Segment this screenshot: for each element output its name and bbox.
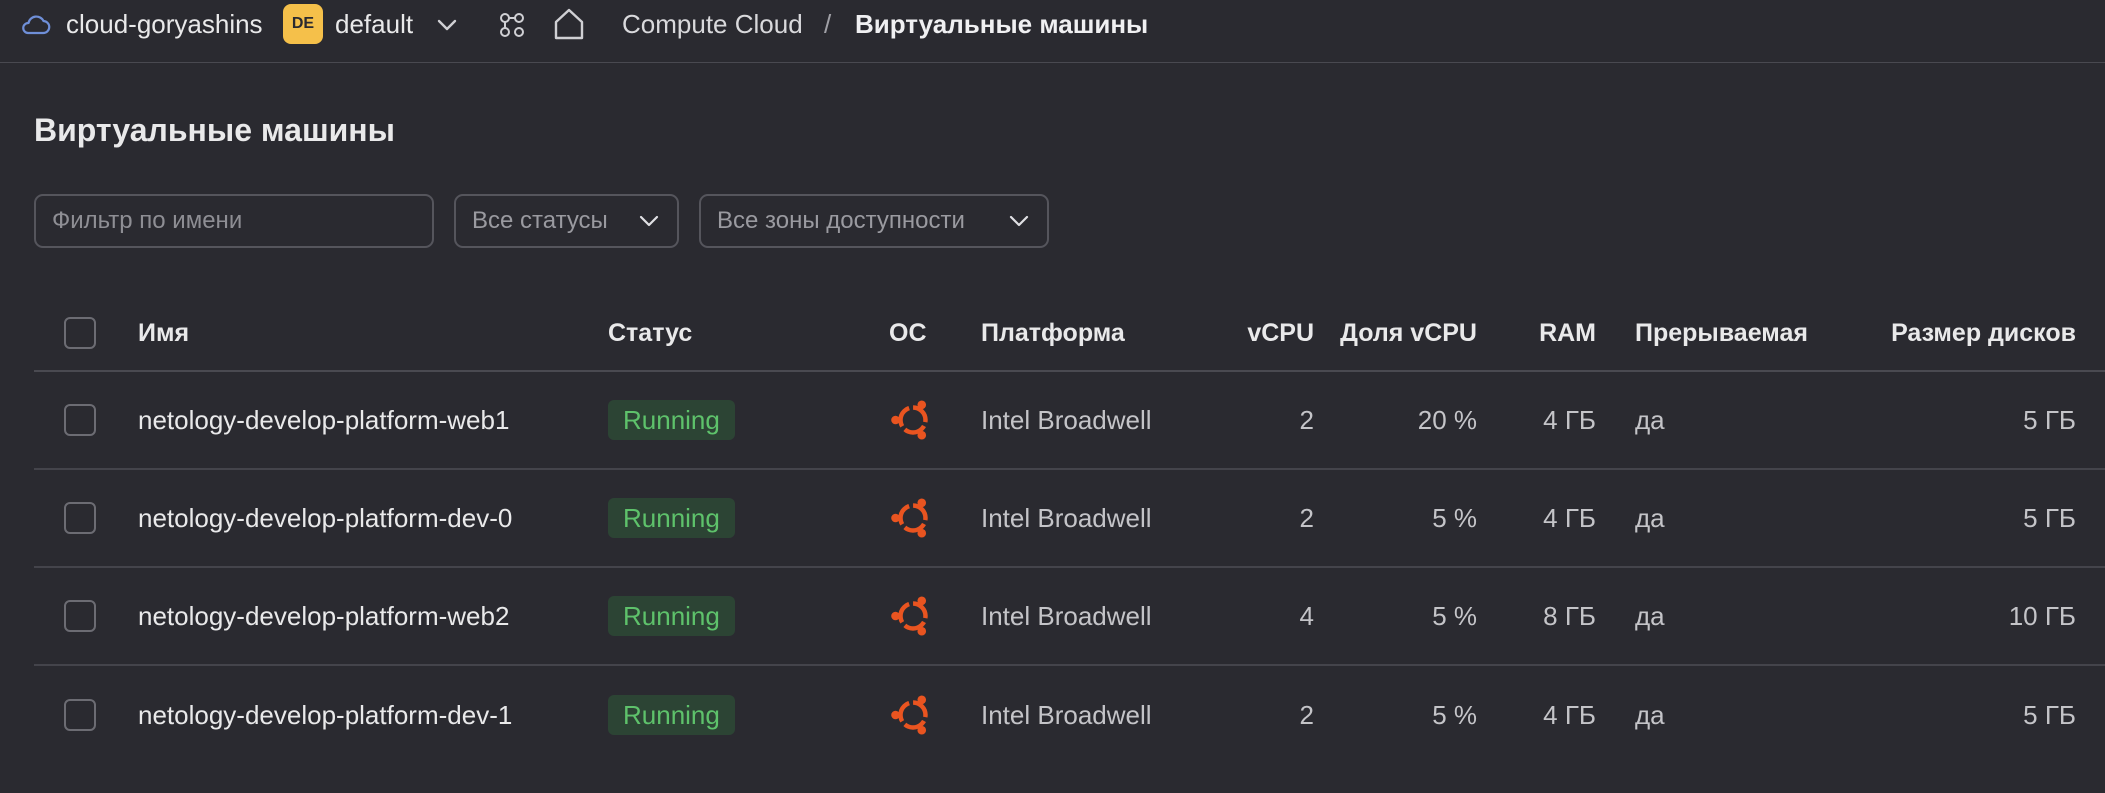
- vm-table: Имя Статус ОС Платформа vCPU Доля vCPU R…: [34, 296, 2105, 764]
- chevron-down-icon: [639, 215, 659, 227]
- row-checkbox-cell: [64, 666, 98, 764]
- name-filter-input[interactable]: [34, 194, 434, 248]
- breadcrumb-separator: /: [824, 9, 832, 39]
- row-checkbox[interactable]: [64, 699, 96, 731]
- row-checkbox[interactable]: [64, 404, 96, 436]
- folder-badge: DE: [283, 4, 323, 44]
- os-cell: [889, 568, 949, 664]
- breadcrumb-current: Виртуальные машины: [855, 9, 1149, 39]
- status-filter-select[interactable]: Все статусы: [454, 194, 679, 248]
- vcpu-share-cell: 5 %: [1432, 600, 1477, 631]
- status-badge: Running: [608, 498, 735, 538]
- vcpu-share-cell: 20 %: [1417, 404, 1477, 435]
- chevron-down-icon: [1009, 215, 1029, 227]
- app-root: cloud-goryashins DE default Compute Clou…: [0, 0, 2105, 793]
- vcpu-share-cell: 5 %: [1432, 699, 1477, 730]
- status-badge: Running: [608, 400, 735, 440]
- vcpu-cell: 2: [1299, 699, 1314, 730]
- vm-name[interactable]: netology-develop-platform-dev-0: [138, 470, 578, 566]
- table-row[interactable]: netology-develop-platform-web2 Running I…: [34, 568, 2105, 666]
- cloud-icon: [22, 15, 51, 35]
- page-title: Виртуальные машины: [34, 112, 395, 148]
- row-checkbox-cell: [64, 372, 98, 468]
- platform-cell: Intel Broadwell: [981, 502, 1152, 533]
- column-header-disk-size[interactable]: Размер дисков: [1854, 296, 2076, 370]
- preemptible-cell: да: [1635, 502, 1665, 533]
- breadcrumb-compute-cloud[interactable]: Compute Cloud: [622, 9, 803, 39]
- disk-size-cell: 5 ГБ: [2023, 404, 2076, 435]
- os-cell: [889, 372, 949, 468]
- disk-size-cell: 10 ГБ: [2008, 600, 2076, 631]
- vm-name[interactable]: netology-develop-platform-web2: [138, 568, 578, 664]
- status-cell: Running: [608, 666, 808, 764]
- vm-name[interactable]: netology-develop-platform-dev-1: [138, 666, 578, 764]
- home-icon[interactable]: [550, 5, 588, 43]
- ram-cell: 4 ГБ: [1543, 404, 1596, 435]
- preemptible-cell: да: [1635, 600, 1665, 631]
- vcpu-cell: 4: [1299, 600, 1314, 631]
- column-header-name[interactable]: Имя: [138, 296, 578, 370]
- top-bar: cloud-goryashins DE default Compute Clou…: [0, 0, 2105, 63]
- preemptible-cell: да: [1635, 699, 1665, 730]
- ram-cell: 4 ГБ: [1543, 502, 1596, 533]
- column-header-ram[interactable]: RAM: [1514, 296, 1596, 370]
- ubuntu-icon: [891, 596, 929, 636]
- status-badge: Running: [608, 695, 735, 735]
- table-header: Имя Статус ОС Платформа vCPU Доля vCPU R…: [34, 296, 2105, 372]
- column-header-status[interactable]: Статус: [608, 296, 808, 370]
- column-header-preemptible[interactable]: Прерываемая: [1635, 296, 1835, 370]
- disk-size-cell: 5 ГБ: [2023, 502, 2076, 533]
- select-all-checkbox[interactable]: [64, 317, 96, 349]
- vcpu-cell: 2: [1299, 502, 1314, 533]
- status-badge: Running: [608, 596, 735, 636]
- row-checkbox[interactable]: [64, 600, 96, 632]
- status-cell: Running: [608, 372, 808, 468]
- select-all-cell: [64, 296, 98, 370]
- table-row[interactable]: netology-develop-platform-dev-0 Running …: [34, 470, 2105, 568]
- ram-cell: 8 ГБ: [1543, 600, 1596, 631]
- column-header-vcpu-share[interactable]: Доля vCPU: [1334, 296, 1477, 370]
- vcpu-share-cell: 5 %: [1432, 502, 1477, 533]
- preemptible-cell: да: [1635, 404, 1665, 435]
- os-cell: [889, 470, 949, 566]
- cloud-name[interactable]: cloud-goryashins: [66, 9, 263, 39]
- vm-name[interactable]: netology-develop-platform-web1: [138, 372, 578, 468]
- vcpu-cell: 2: [1299, 404, 1314, 435]
- column-header-platform[interactable]: Платформа: [981, 296, 1201, 370]
- table-row[interactable]: netology-develop-platform-dev-1 Running …: [34, 666, 2105, 764]
- status-filter-label: Все статусы: [472, 207, 608, 234]
- column-header-os[interactable]: ОС: [889, 296, 949, 370]
- row-checkbox[interactable]: [64, 502, 96, 534]
- services-icon[interactable]: [494, 7, 530, 43]
- platform-cell: Intel Broadwell: [981, 699, 1152, 730]
- ubuntu-icon: [891, 400, 929, 440]
- table-row[interactable]: netology-develop-platform-web1 Running I…: [34, 372, 2105, 470]
- disk-size-cell: 5 ГБ: [2023, 699, 2076, 730]
- ubuntu-icon: [891, 695, 929, 735]
- ram-cell: 4 ГБ: [1543, 699, 1596, 730]
- platform-cell: Intel Broadwell: [981, 404, 1152, 435]
- zone-filter-label: Все зоны доступности: [717, 207, 965, 234]
- status-cell: Running: [608, 568, 808, 664]
- zone-filter-select[interactable]: Все зоны доступности: [699, 194, 1049, 248]
- os-cell: [889, 666, 949, 764]
- chevron-down-icon[interactable]: [434, 12, 460, 38]
- folder-selector[interactable]: default: [335, 9, 413, 39]
- status-cell: Running: [608, 470, 808, 566]
- column-header-vcpu[interactable]: vCPU: [1184, 296, 1314, 370]
- platform-cell: Intel Broadwell: [981, 600, 1152, 631]
- row-checkbox-cell: [64, 470, 98, 566]
- row-checkbox-cell: [64, 568, 98, 664]
- ubuntu-icon: [891, 498, 929, 538]
